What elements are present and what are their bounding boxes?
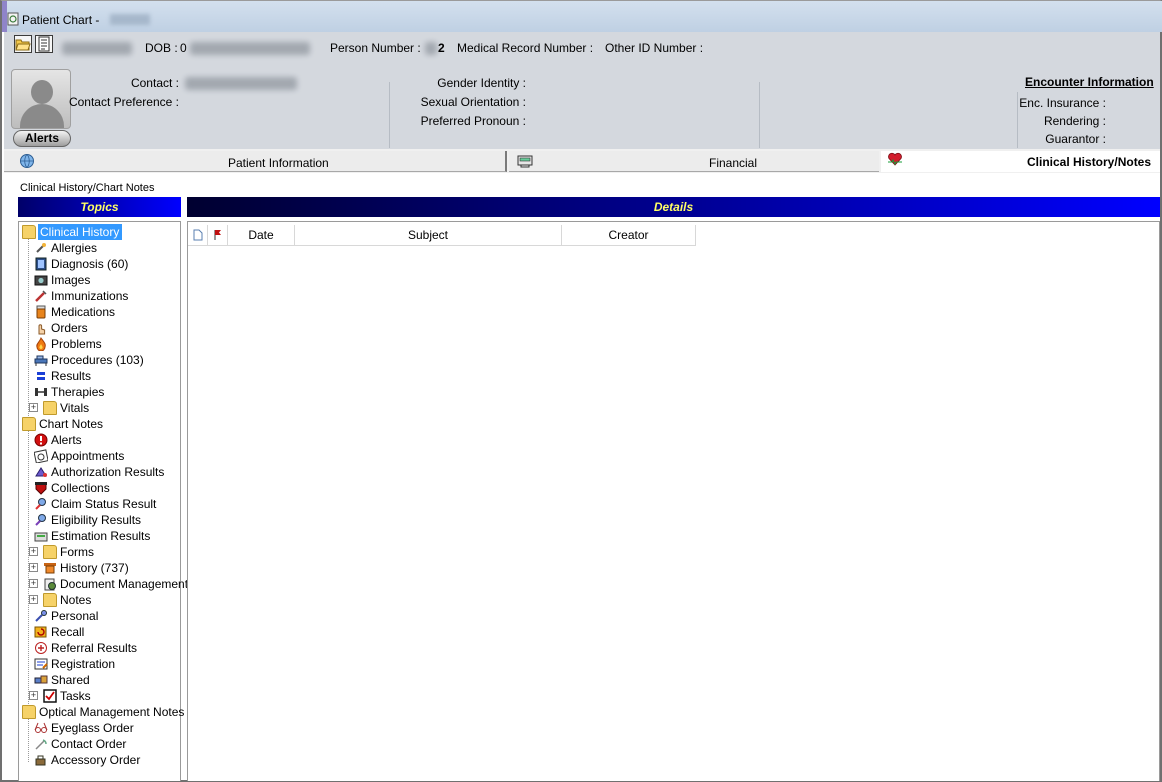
title-bar: Patient Chart - xyxy=(2,1,1162,32)
expand-icon[interactable]: + xyxy=(29,595,38,604)
folder-icon xyxy=(22,417,36,431)
details-panel-header: Details xyxy=(187,197,1160,217)
open-folder-icon xyxy=(15,39,31,51)
section-label: Clinical History/Chart Notes xyxy=(20,182,155,194)
calendar-icon xyxy=(34,449,48,463)
other-id-label: Other ID Number : xyxy=(605,41,704,55)
document-icon xyxy=(38,36,50,52)
guarantor-label: Guarantor : xyxy=(1045,132,1106,146)
banner-divider xyxy=(389,82,390,148)
flag-icon xyxy=(214,230,221,240)
syringe-icon xyxy=(35,290,47,302)
tab-financial[interactable]: Financial xyxy=(509,151,879,172)
heart-icon xyxy=(888,152,902,166)
patient-chart-window: Patient Chart - DOB : 0 Person Number : … xyxy=(0,0,1162,782)
tab-patient-information[interactable]: Patient Information xyxy=(4,151,507,172)
hand-pointer-icon xyxy=(38,324,46,335)
grid-header: Date Subject Creator xyxy=(188,225,1158,246)
history-icon xyxy=(44,563,56,574)
details-grid[interactable]: Date Subject Creator xyxy=(187,221,1160,781)
folder-icon xyxy=(43,401,57,415)
procedure-bed-icon xyxy=(34,355,48,366)
chart-tab-strip: Patient Information Financial Clinical H… xyxy=(4,149,1160,173)
accessory-icon xyxy=(35,755,46,766)
personal-key-icon xyxy=(35,610,47,622)
flame-icon xyxy=(36,337,46,351)
person-number-value: 2 xyxy=(438,41,445,55)
window-title: Patient Chart - xyxy=(22,13,100,27)
rendering-label: Rendering : xyxy=(1043,114,1106,128)
encounter-information-link[interactable]: Encounter Information xyxy=(1025,75,1154,89)
alert-icon xyxy=(34,433,48,447)
folder-icon xyxy=(43,545,57,559)
pill-bottle-icon xyxy=(36,305,46,319)
shared-icon xyxy=(34,675,48,684)
task-checkbox-icon xyxy=(43,689,57,703)
cash-register-icon xyxy=(517,155,533,168)
referral-icon xyxy=(35,642,47,654)
mrn-label: Medical Record Number : xyxy=(457,41,594,55)
expand-icon[interactable]: + xyxy=(29,691,38,700)
patient-banner: DOB : 0 Person Number : 2 Medical Record… xyxy=(4,32,1160,149)
eligibility-icon xyxy=(35,514,46,526)
grid-col-flag[interactable] xyxy=(208,225,228,246)
patient-name-redacted xyxy=(110,14,150,25)
dob-value-prefix: 0 xyxy=(180,41,187,55)
contact-lens-icon xyxy=(35,739,47,750)
grid-col-subject[interactable]: Subject xyxy=(295,225,562,246)
collections-icon xyxy=(35,482,47,495)
registration-icon xyxy=(34,658,48,670)
tab-clinical-history-notes[interactable]: Clinical History/Notes xyxy=(881,151,1160,172)
tab-clinical-history-notes-label: Clinical History/Notes xyxy=(1027,155,1152,169)
tab-patient-information-label: Patient Information xyxy=(228,156,329,170)
results-icon xyxy=(37,372,45,380)
expand-icon[interactable]: + xyxy=(29,403,38,412)
estimation-icon xyxy=(34,532,48,542)
sexual-orientation-label: Sexual Orientation : xyxy=(420,95,526,109)
recall-icon xyxy=(34,626,47,638)
banner-divider xyxy=(759,82,760,148)
dob-value-redacted xyxy=(190,42,310,55)
document-management-icon xyxy=(44,578,56,591)
patient-photo[interactable] xyxy=(11,69,71,129)
diagnosis-icon xyxy=(35,257,47,271)
patient-name-redacted xyxy=(62,42,132,55)
camera-icon xyxy=(34,275,48,286)
eyeglasses-icon xyxy=(34,722,48,733)
grid-col-date[interactable]: Date xyxy=(228,225,295,246)
open-folder-button[interactable] xyxy=(14,35,32,53)
chart-app-icon xyxy=(7,12,19,26)
folder-icon xyxy=(22,225,36,239)
contact-preference-label: Contact Preference : xyxy=(68,95,179,109)
tab-financial-label: Financial xyxy=(709,156,758,170)
preferred-pronoun-label: Preferred Pronoun : xyxy=(420,114,526,128)
topics-tree[interactable]: Clinical History Allergies Diagnosis (60… xyxy=(18,221,188,781)
document-icon xyxy=(193,229,202,241)
document-button[interactable] xyxy=(35,35,53,53)
grid-col-document[interactable] xyxy=(188,225,208,246)
claim-status-icon xyxy=(35,498,46,510)
contact-value-redacted xyxy=(185,77,297,90)
authorization-icon xyxy=(35,467,47,477)
expand-icon[interactable]: + xyxy=(29,547,38,556)
person-number-redacted xyxy=(425,42,437,55)
gender-identity-label: Gender Identity : xyxy=(437,76,526,90)
topics-panel-header: Topics xyxy=(18,197,181,217)
enc-insurance-label: Enc. Insurance : xyxy=(1019,96,1106,110)
contact-label: Contact : xyxy=(130,76,179,90)
dumbbell-icon xyxy=(35,388,47,396)
expand-icon[interactable]: + xyxy=(29,563,38,572)
folder-icon xyxy=(22,705,36,719)
grid-col-creator[interactable]: Creator xyxy=(562,225,696,246)
person-number-label: Person Number : xyxy=(330,41,421,55)
folder-icon xyxy=(43,593,57,607)
allergies-icon xyxy=(36,243,46,253)
dob-label: DOB : xyxy=(145,41,178,55)
alerts-button[interactable]: Alerts xyxy=(13,130,71,147)
globe-icon xyxy=(20,154,34,168)
expand-icon[interactable]: + xyxy=(29,579,38,588)
